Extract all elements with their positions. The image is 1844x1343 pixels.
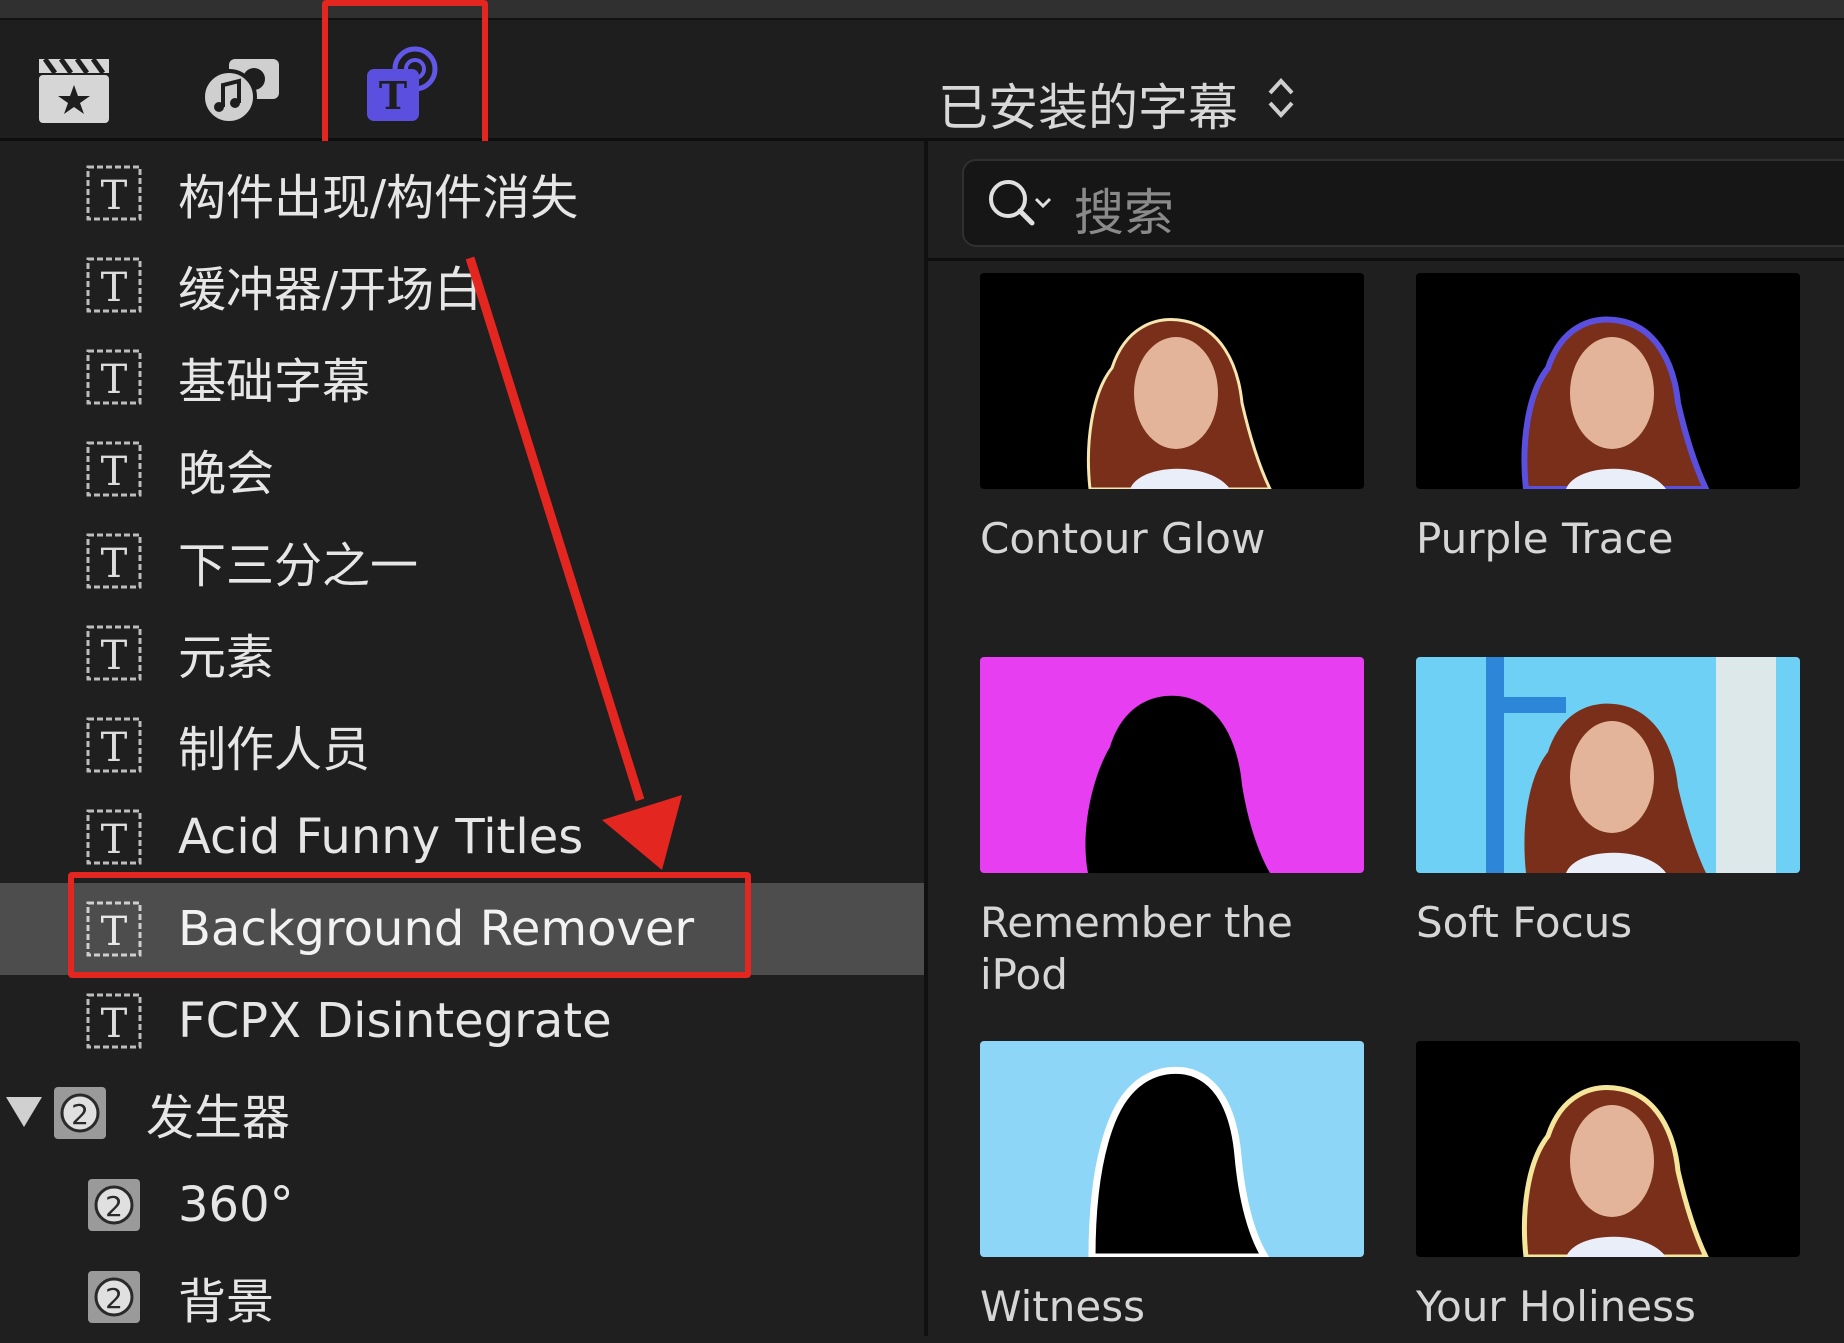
sidebar-item[interactable]: T 晚会: [0, 423, 924, 515]
tile-label: Witness: [980, 1282, 1145, 1331]
sidebar-item-label: 制作人员: [178, 722, 371, 778]
svg-text:T: T: [101, 357, 128, 403]
tile-thumbnail: [1416, 657, 1800, 873]
sidebar-item[interactable]: T 制作人员: [0, 699, 924, 791]
sidebar-item[interactable]: T Acid Funny Titles: [0, 791, 924, 883]
svg-text:2: 2: [105, 1190, 123, 1223]
title-tile[interactable]: Witness: [980, 1041, 1364, 1333]
up-down-chevron-icon: [1266, 73, 1296, 135]
search-input[interactable]: 搜索: [962, 159, 1844, 247]
sidebar-item-label: FCPX Disintegrate: [178, 993, 612, 1049]
sidebar-item[interactable]: T 缓冲器/开场白: [0, 239, 924, 331]
window-top-strip: [0, 0, 1844, 20]
sidebar-group-label: 发生器: [146, 1090, 291, 1146]
sidebar-item-label: 背景: [178, 1274, 275, 1330]
tile-thumbnail: [980, 1041, 1364, 1257]
title-icon: T: [86, 533, 142, 589]
title-tile[interactable]: Remember the iPod: [980, 657, 1364, 1001]
sidebar-item-label: 晚会: [178, 446, 275, 502]
sidebar-item[interactable]: 2 360°: [0, 1159, 924, 1251]
generator-icon: 2: [88, 1179, 140, 1231]
svg-text:T: T: [101, 725, 128, 771]
library-picker-label: 已安装的字幕: [938, 79, 1238, 137]
search-icon[interactable]: [984, 175, 1060, 231]
tile-label: Remember the iPod: [980, 898, 1293, 999]
svg-text:T: T: [101, 1001, 128, 1047]
tile-label: Purple Trace: [1416, 514, 1674, 563]
svg-text:T: T: [101, 265, 128, 311]
tile-thumbnail: [1416, 273, 1800, 489]
sidebar-item-label: 构件出现/构件消失: [178, 170, 579, 226]
sidebar-item-label: 缓冲器/开场白: [178, 262, 483, 318]
svg-text:T: T: [101, 633, 128, 679]
generator-icon: 2: [88, 1271, 140, 1323]
svg-text:T: T: [101, 817, 128, 863]
titles-button-highlight: [322, 0, 488, 150]
tile-label: Your Holiness: [1416, 1282, 1696, 1331]
browser-toolbar: T 已安装的字幕: [0, 20, 1844, 141]
svg-text:2: 2: [71, 1098, 89, 1131]
selected-item-highlight: [68, 872, 751, 978]
sidebar-item-label: 下三分之一: [178, 538, 419, 594]
disclosure-triangle-icon[interactable]: [6, 1097, 42, 1127]
sidebar-item-label: 元素: [178, 630, 275, 686]
sidebar-item[interactable]: T 构件出现/构件消失: [0, 147, 924, 239]
sidebar-item-label: 基础字幕: [178, 354, 371, 410]
svg-text:2: 2: [105, 1282, 123, 1315]
svg-text:T: T: [101, 449, 128, 495]
sidebar-group-generators[interactable]: 2 发生器: [0, 1067, 924, 1159]
generator-icon: 2: [54, 1087, 106, 1139]
clapper-star-icon[interactable]: [26, 40, 122, 136]
title-icon: T: [86, 349, 142, 405]
sidebar-item[interactable]: T 元素: [0, 607, 924, 699]
tile-thumbnail: [980, 657, 1364, 873]
tile-label: Contour Glow: [980, 514, 1266, 563]
title-icon: T: [86, 257, 142, 313]
sidebar-item[interactable]: T 下三分之一: [0, 515, 924, 607]
svg-text:T: T: [101, 541, 128, 587]
photos-music-icon[interactable]: [194, 40, 290, 136]
sidebar-item[interactable]: T 基础字幕: [0, 331, 924, 423]
search-placeholder: 搜索: [1074, 184, 1174, 242]
title-icon: T: [86, 717, 142, 773]
tile-thumbnail: [1416, 1041, 1800, 1257]
title-icon: T: [86, 165, 142, 221]
title-tile[interactable]: Soft Focus: [1416, 657, 1800, 949]
title-icon: T: [86, 441, 142, 497]
sidebar-item-label: 360°: [178, 1177, 294, 1233]
sidebar-item[interactable]: T FCPX Disintegrate: [0, 975, 924, 1067]
sidebar-item[interactable]: 2 背景: [0, 1251, 924, 1343]
library-picker[interactable]: 已安装的字幕: [938, 64, 1296, 144]
toolbar-separator: [928, 258, 1844, 261]
tile-thumbnail: [980, 273, 1364, 489]
svg-text:T: T: [101, 173, 128, 219]
sidebar-item-label: Acid Funny Titles: [178, 809, 584, 865]
tile-label: Soft Focus: [1416, 898, 1633, 947]
browser-pane: 搜索 Contour Glow Purple Trace Remember th…: [928, 141, 1844, 1336]
title-tile[interactable]: Your Holiness: [1416, 1041, 1800, 1333]
sidebar: T 构件出现/构件消失 T 缓冲器/开场白 T 基础字幕 T 晚会 T 下三分之…: [0, 141, 924, 1336]
title-icon: T: [86, 993, 142, 1049]
title-icon: T: [86, 809, 142, 865]
title-tile[interactable]: Contour Glow: [980, 273, 1364, 565]
title-icon: T: [86, 625, 142, 681]
title-tile[interactable]: Purple Trace: [1416, 273, 1800, 565]
